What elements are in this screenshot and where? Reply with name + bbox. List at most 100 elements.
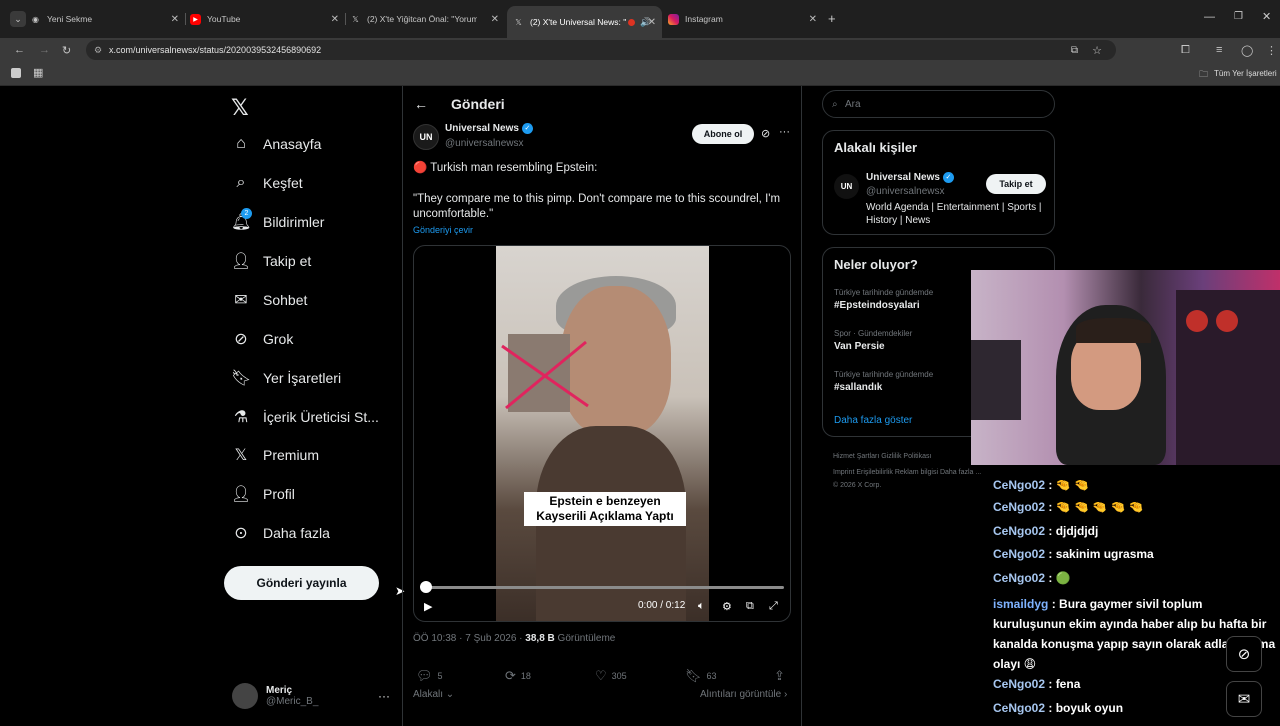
subscribe-button[interactable]: Abone ol	[692, 124, 754, 144]
sidebar-item-grok[interactable]: ⊘ Grok	[231, 324, 293, 354]
repost-button[interactable]: ⟳ 18	[505, 668, 531, 684]
post-button[interactable]: Gönderi yayınla	[224, 566, 379, 600]
new-tab-button[interactable]: +	[828, 11, 836, 26]
sidebar-item-label: Sohbet	[263, 292, 308, 308]
back-button[interactable]: ←	[14, 44, 25, 56]
fullscreen-icon[interactable]: ⤢	[769, 600, 778, 613]
forward-button[interactable]: →	[39, 44, 50, 56]
grok-icon: ⊘	[1237, 646, 1251, 663]
chrome-icon: ◉	[32, 14, 39, 24]
video-scrubber-handle[interactable]	[420, 581, 432, 593]
chat-message: CeNgo02 : 🤏 🤏 🤏 🤏 🤏	[993, 500, 1144, 514]
close-icon[interactable]: ✕	[491, 14, 499, 25]
search-icon: ⌕	[832, 98, 838, 110]
related-name[interactable]: Universal News ✓	[866, 172, 954, 183]
tweet-timestamp[interactable]: ÖÖ 10:38 · 7 Şub 2026 ·	[413, 633, 525, 644]
tab-youtube[interactable]: ▶ YouTube ✕	[190, 7, 346, 31]
like-button[interactable]: ♡ 305	[595, 668, 627, 684]
tab-strip-icon[interactable]	[11, 68, 21, 78]
page-title: Gönderi	[451, 96, 505, 112]
close-window-button[interactable]: ✕	[1262, 10, 1271, 23]
sidebar-item-label: Yer İşaretleri	[263, 370, 342, 386]
tab-x-yigitcan[interactable]: 𝕏 (2) X'te Yiğitcan Önal: "Yorumla ✕	[350, 7, 505, 31]
translate-link[interactable]: Gönderiyi çevir	[413, 225, 473, 235]
sidebar-item-more[interactable]: ⊙ Daha fazla	[231, 518, 330, 548]
relevant-sort-dropdown[interactable]: Alakalı ⌄	[413, 689, 454, 700]
sidebar-item-premium[interactable]: 𝕏 Premium	[231, 440, 319, 470]
footer-links[interactable]: Imprint Erişilebilirlik Reklam bilgisi D…	[833, 469, 981, 476]
avatar[interactable]: UN	[834, 174, 859, 199]
follow-button[interactable]: Takip et	[986, 174, 1046, 194]
sidebar-item-profile[interactable]: 👤︎ Profil	[231, 479, 295, 509]
messages-floating-button[interactable]: ✉	[1226, 681, 1262, 717]
video-player[interactable]: Epstein e benzeyen Kayserili Açıklama Ya…	[413, 245, 791, 622]
more-dots-icon[interactable]: ···	[779, 126, 790, 138]
sidebar-item-follow[interactable]: 👤︎ Takip et	[231, 246, 311, 276]
volume-icon[interactable]: 🔈︎	[698, 600, 705, 613]
sidebar-item-explore[interactable]: ⌕ Keşfet	[231, 168, 303, 198]
heart-icon: ♡	[595, 668, 607, 683]
mail-icon: ✉	[234, 292, 248, 309]
media-control-icon[interactable]: ≡	[1216, 44, 1222, 56]
grok-icon[interactable]: ⊘	[761, 127, 770, 140]
sidebar-item-notifications[interactable]: 🔔︎ 2 Bildirimler	[231, 207, 324, 237]
account-switcher[interactable]: Meriç @Meric_B_ ···	[232, 680, 392, 712]
search-input[interactable]: ⌕ Ara	[822, 90, 1055, 118]
close-icon[interactable]: ✕	[809, 14, 817, 25]
author-handle[interactable]: @universalnewsx	[445, 138, 524, 149]
picture-in-picture-icon[interactable]: ⧉	[746, 600, 754, 613]
reload-button[interactable]: ↻	[62, 44, 71, 57]
tab-title: (2) X'te Yiğitcan Önal: "Yorumla	[367, 14, 477, 24]
site-info-icon[interactable]: ⚙	[94, 45, 102, 56]
sidebar-item-label: Bildirimler	[263, 214, 325, 230]
restore-button[interactable]: ❐	[1234, 11, 1243, 22]
video-frame: Epstein e benzeyen Kayserili Açıklama Ya…	[496, 246, 709, 621]
minimize-button[interactable]: —	[1204, 11, 1215, 23]
share-button[interactable]: ⇪	[774, 668, 790, 684]
more-dots-icon[interactable]: ···	[378, 689, 390, 703]
grok-floating-button[interactable]: ⊘	[1226, 636, 1262, 672]
url-input[interactable]: ⚙ x.com/universalnewsx/status/2020039532…	[86, 40, 1116, 60]
video-progress-bar[interactable]	[424, 586, 784, 589]
tab-search-button[interactable]: ⌄	[10, 11, 26, 27]
related-people-card: Alakalı kişiler UN Universal News ✓ @univ…	[822, 130, 1055, 235]
extensions-icon[interactable]: ⧠	[1181, 44, 1190, 57]
all-bookmarks-link[interactable]: Tüm Yer İşaretleri	[1214, 69, 1277, 78]
settings-gear-icon[interactable]: ⚙	[722, 600, 732, 613]
apps-grid-icon[interactable]: ▦	[33, 66, 43, 79]
profile-icon[interactable]: ◯	[1241, 44, 1253, 57]
sidebar-item-bookmarks[interactable]: 🔖︎ Yer İşaretleri	[231, 363, 341, 393]
view-quotes-link[interactable]: Alıntıları görüntüle ›	[700, 689, 787, 700]
show-more-link[interactable]: Daha fazla göster	[834, 415, 912, 426]
tab-x-universal-news[interactable]: 𝕏 (2) X'te Universal News: " 🔊 ✕	[507, 6, 662, 38]
verified-badge-icon: ✓	[521, 123, 533, 134]
sidebar-item-creator-studio[interactable]: ⚗ İçerik Üreticisi St...	[231, 402, 379, 432]
play-icon[interactable]: ▶	[424, 600, 432, 613]
view-count: 38,8 B	[525, 633, 555, 644]
mail-icon: ✉	[1237, 691, 1251, 708]
footer-links[interactable]: Hizmet Şartları Gizlilik Politikası	[833, 453, 931, 460]
bookmark-button[interactable]: 🔖︎ 63	[685, 668, 717, 684]
reply-button[interactable]: 💬︎ 5	[416, 668, 443, 684]
follow-icon: 👤︎	[231, 253, 252, 270]
x-logo-icon[interactable]: 𝕏	[231, 95, 249, 121]
menu-kebab-icon[interactable]: ⋮	[1266, 44, 1277, 57]
back-arrow-icon[interactable]: ←	[414, 96, 428, 112]
sidebar-item-home[interactable]: ⌂ Anasayfa	[231, 129, 321, 159]
bell-icon: 🔔︎ 2	[231, 208, 252, 231]
x-icon: 𝕏	[515, 17, 522, 27]
close-icon[interactable]: ✕	[171, 14, 179, 25]
tab-new-tab[interactable]: ◉ Yeni Sekme ✕	[30, 7, 186, 31]
author-name[interactable]: Universal News ✓	[445, 123, 533, 134]
home-icon: ⌂	[236, 135, 246, 152]
sidebar-item-chat[interactable]: ✉ Sohbet	[231, 285, 307, 315]
install-icon[interactable]: ⧉	[1071, 45, 1078, 56]
share-icon: ⇪	[774, 668, 785, 683]
tab-instagram[interactable]: Instagram ✕	[668, 7, 823, 31]
close-icon[interactable]: ✕	[648, 17, 656, 28]
address-bar-row: ← → ↻ ⚙ x.com/universalnewsx/status/2020…	[0, 38, 1280, 62]
star-icon[interactable]: ☆	[1092, 44, 1102, 57]
avatar[interactable]: UN	[413, 124, 439, 150]
close-icon[interactable]: ✕	[331, 14, 339, 25]
sidebar-item-label: Grok	[263, 331, 294, 347]
